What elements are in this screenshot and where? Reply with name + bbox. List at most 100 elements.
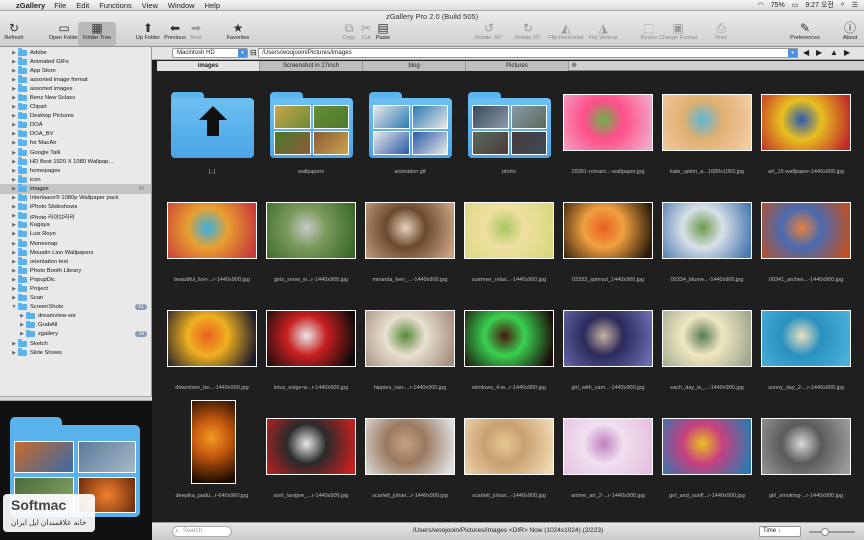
rotate-left-button[interactable]: ↺ Rotate -90°	[470, 22, 508, 46]
disclosure-triangle-icon[interactable]: ▶	[10, 186, 18, 192]
disclosure-triangle-icon[interactable]: ▶	[18, 313, 26, 319]
clock[interactable]: 9:27 오전	[805, 0, 833, 10]
image-thumbnail[interactable]: hippies_van-...r-1440x900.jpg	[361, 290, 459, 398]
tree-item[interactable]: ▶ iPhoto 라이브러리	[0, 211, 151, 221]
disclosure-triangle-icon[interactable]: ▶	[10, 140, 18, 146]
disclosure-triangle-icon[interactable]: ▶	[10, 350, 18, 356]
disclosure-triangle-icon[interactable]: ▶	[10, 168, 18, 174]
menu-help[interactable]: Help	[205, 1, 220, 10]
about-button[interactable]: ⓘ About	[831, 22, 864, 46]
tab-images[interactable]: images	[157, 61, 260, 71]
image-thumbnail[interactable]: girl_and_sunfl...r-1440x900.jpg	[658, 398, 756, 506]
image-thumbnail[interactable]: girl_smoking-...r-1440x900.jpg	[757, 398, 855, 506]
disclosure-triangle-icon[interactable]: ▶	[10, 159, 18, 165]
spotlight-icon[interactable]: ⌕	[841, 1, 845, 9]
back-arrow-icon[interactable]: ◀	[803, 48, 809, 57]
disclosure-triangle-icon[interactable]: ▶	[10, 104, 18, 110]
tree-item[interactable]: ▶ Luis Royo	[0, 229, 151, 239]
disclosure-triangle-icon[interactable]: ▶	[10, 277, 18, 283]
add-tab-icon[interactable]: ⊕	[569, 61, 579, 70]
tree-item[interactable]: ▶ Adobe	[0, 48, 151, 57]
image-thumbnail[interactable]: downtown_be...-1440x900.jpg	[163, 290, 261, 398]
path-dropdown-icon[interactable]: ▾	[788, 49, 797, 57]
image-thumbnail[interactable]: summer_relax...-1440x900.jpg	[460, 182, 558, 290]
disclosure-triangle-icon[interactable]: ▶	[10, 213, 18, 219]
disclosure-triangle-icon[interactable]: ▶	[10, 295, 18, 301]
image-thumbnail[interactable]: scarlett_johan...-1440x900.jpg	[460, 398, 558, 506]
image-thumbnail[interactable]: avril_lavigne_...r-1440x900.jpg	[262, 398, 360, 506]
tab-screenshot-27inch[interactable]: Screenshot in 27inch	[260, 61, 363, 71]
disclosure-triangle-icon[interactable]: ▶	[10, 50, 18, 56]
path-field[interactable]: /Users/woojooin/Pictures/images ▾	[258, 48, 798, 58]
zoom-slider-knob[interactable]	[821, 528, 829, 536]
disclosure-triangle-icon[interactable]: ▶	[10, 204, 18, 210]
folder-tree-button[interactable]: ▦ Folder Tree	[78, 22, 116, 46]
battery-percent[interactable]: 75%	[771, 2, 785, 9]
image-thumbnail[interactable]: girl_with_cam...-1440x900.jpg	[559, 290, 657, 398]
tree-item[interactable]: ▶ Google Talk	[0, 148, 151, 157]
disclosure-triangle-icon[interactable]: ▶	[10, 122, 18, 128]
tree-item[interactable]: ▶ images 30	[0, 184, 151, 194]
tree-item[interactable]: ▶ App Store	[0, 66, 151, 75]
folder-thumbnail[interactable]: [..]	[163, 74, 261, 182]
disclosure-triangle-icon[interactable]: ▶	[10, 68, 18, 74]
tree-item[interactable]: ▶ Kagaya	[0, 220, 151, 230]
tree-item[interactable]: ▶ Animated GIFs	[0, 57, 151, 66]
disclosure-triangle-icon[interactable]: ▶	[10, 250, 18, 256]
image-thumbnail[interactable]: kate_upton_a...1680x1050.jpg	[658, 74, 756, 182]
folder-thumbnail[interactable]: animation gif	[361, 74, 459, 182]
tree-item[interactable]: ▼ ScreenShots 51	[0, 302, 151, 312]
menu-edit[interactable]: Edit	[76, 1, 89, 10]
tree-item[interactable]: ▶ DOA	[0, 120, 151, 130]
tree-item[interactable]: ▶ Moneenap	[0, 239, 151, 248]
disclosure-triangle-icon[interactable]: ▶	[10, 195, 18, 201]
menu-functions[interactable]: Functions	[99, 1, 132, 10]
image-thumbnail[interactable]: art_15-wallpaper-1440x900.jpg	[757, 74, 855, 182]
next-button[interactable]: ➡ Next	[177, 22, 215, 46]
image-thumbnail[interactable]: lotus_exige-w...r-1440x900.jpg	[262, 290, 360, 398]
forward-arrow-icon[interactable]: ▶	[816, 48, 822, 57]
rotate-right-button[interactable]: ↻ Rotate 90°	[509, 22, 547, 46]
notification-center-icon[interactable]: ☰	[852, 1, 858, 9]
tree-item[interactable]: ▶ Sketch	[0, 339, 151, 348]
disclosure-triangle-icon[interactable]: ▶	[18, 322, 26, 328]
image-thumbnail[interactable]: 00334_blume...-1440x900.jpg	[658, 182, 756, 290]
paste-button[interactable]: ▤ Paste	[364, 22, 402, 46]
disclosure-triangle-icon[interactable]: ▶	[10, 77, 18, 83]
tree-item[interactable]: ▶ GrabAll	[0, 320, 151, 330]
tree-item[interactable]: ▶ assorted images	[0, 84, 151, 93]
disclosure-triangle-icon[interactable]: ▶	[10, 268, 18, 274]
image-thumbnail[interactable]: scarlett_johan...r-1440x900.jpg	[361, 398, 459, 506]
disclosure-triangle-icon[interactable]: ▶	[10, 59, 18, 65]
tree-item[interactable]: ▶ Project	[0, 284, 151, 293]
battery-icon[interactable]: ▭	[792, 1, 799, 9]
disclosure-triangle-icon[interactable]: ▶	[18, 331, 26, 337]
image-thumbnail[interactable]: miranda_kerr_...-1440x900.jpg	[361, 182, 459, 290]
tree-item[interactable]: ▶ Interlaace® 1080p Wallpaper pack	[0, 193, 151, 203]
disclosure-triangle-icon[interactable]: ▶	[10, 341, 18, 347]
tree-item[interactable]: ▶ DOA_BV	[0, 129, 151, 139]
menu-view[interactable]: View	[142, 1, 158, 10]
tab-blog[interactable]: blog	[363, 61, 466, 71]
tree-item[interactable]: ▶ PopupDic	[0, 275, 151, 284]
disclosure-triangle-icon[interactable]: ▶	[10, 150, 18, 156]
tree-item[interactable]: ▶ Clipart	[0, 102, 151, 112]
disclosure-triangle-icon[interactable]: ▼	[10, 304, 18, 310]
folder-thumbnail[interactable]: photo	[460, 74, 558, 182]
reload-nav-icon[interactable]: ▶	[844, 48, 850, 57]
up-nav-icon[interactable]: ▲	[830, 48, 838, 57]
flip-vertical-button[interactable]: ◮ Flip Vertical	[584, 22, 622, 46]
disclosure-triangle-icon[interactable]: ▶	[10, 113, 18, 119]
favorites-button[interactable]: ★ Favorites	[219, 22, 257, 46]
wifi-icon[interactable]: ◠	[758, 1, 764, 9]
disclosure-triangle-icon[interactable]: ▶	[10, 222, 18, 228]
menu-app-name[interactable]: zGallery	[16, 1, 45, 10]
tab-pictures[interactable]: Pictures	[466, 61, 569, 71]
preferences-button[interactable]: ✎ Preferences	[786, 22, 824, 46]
folder-thumbnail[interactable]: wallpapers	[262, 74, 360, 182]
image-thumbnail[interactable]: 29391-romant...-wallpaper.jpg	[559, 74, 657, 182]
sort-select[interactable]: Time ↓	[759, 526, 801, 537]
tree-item[interactable]: ▶ zgallery 19	[0, 329, 151, 339]
tree-item[interactable]: ▶ dreamview-sor	[0, 311, 151, 321]
disclosure-triangle-icon[interactable]: ▶	[10, 259, 18, 265]
